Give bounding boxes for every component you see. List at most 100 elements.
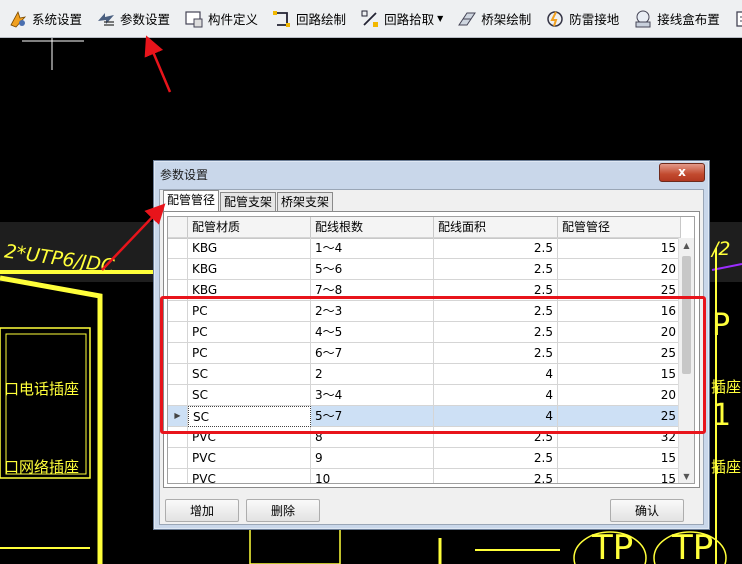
cell-wire-count[interactable]: 3～4: [311, 385, 434, 406]
toolbar-parameter-settings[interactable]: 参数设置: [88, 4, 176, 34]
row-header[interactable]: ▶: [168, 406, 188, 427]
toolbar-loop-pick[interactable]: 回路拾取 ▼: [352, 4, 449, 34]
cell-pipe-diameter[interactable]: 15: [558, 364, 681, 385]
cell-pipe-diameter[interactable]: 20: [558, 259, 681, 280]
table-row[interactable]: PVC 9 2.5 15: [168, 448, 681, 469]
toolbar-component-define[interactable]: 构件定义: [176, 4, 264, 34]
table-row[interactable]: KBG 5～6 2.5 20: [168, 259, 681, 280]
add-button[interactable]: 增加: [165, 499, 239, 522]
cell-pipe-diameter[interactable]: 20: [558, 385, 681, 406]
row-header[interactable]: [168, 427, 188, 448]
table-row[interactable]: SC 3～4 4 20: [168, 385, 681, 406]
cell-wire-area[interactable]: 4: [434, 385, 558, 406]
cell-material[interactable]: PC: [188, 343, 311, 364]
table-row[interactable]: PC 2～3 2.5 16: [168, 301, 681, 322]
tab-pipe-bracket[interactable]: 配管支架: [220, 192, 277, 211]
toolbar-tray-draw[interactable]: 桥架绘制: [449, 4, 537, 34]
column-header-wire-area[interactable]: 配线面积: [434, 217, 558, 238]
cell-wire-area[interactable]: 2.5: [434, 301, 558, 322]
cell-wire-count[interactable]: 8: [311, 427, 434, 448]
row-header[interactable]: [168, 259, 188, 280]
cell-material[interactable]: PVC: [188, 448, 311, 469]
scroll-down-icon[interactable]: ▼: [679, 469, 694, 483]
tab-pipe-diameter[interactable]: 配管管径: [163, 190, 220, 211]
cell-wire-count[interactable]: 5～6: [311, 259, 434, 280]
cell-material[interactable]: PC: [188, 322, 311, 343]
loop-pick-icon: [360, 9, 380, 29]
cell-wire-count[interactable]: 9: [311, 448, 434, 469]
cell-material[interactable]: SC: [188, 364, 311, 385]
row-header[interactable]: [168, 385, 188, 406]
table-row[interactable]: KBG 7～8 2.5 25: [168, 280, 681, 301]
cell-wire-area[interactable]: 2.5: [434, 259, 558, 280]
cell-wire-area[interactable]: 2.5: [434, 427, 558, 448]
cell-material[interactable]: PVC: [188, 427, 311, 448]
row-header[interactable]: [168, 322, 188, 343]
cell-material[interactable]: KBG: [188, 280, 311, 301]
scroll-thumb[interactable]: [682, 256, 691, 374]
cell-wire-area[interactable]: 4: [434, 364, 558, 385]
cell-material[interactable]: PVC: [188, 469, 311, 483]
cell-pipe-diameter[interactable]: 32: [558, 427, 681, 448]
cell-wire-count[interactable]: 10: [311, 469, 434, 483]
cell-pipe-diameter[interactable]: 16: [558, 301, 681, 322]
tab-tray-bracket[interactable]: 桥架支架: [277, 192, 334, 211]
table-row[interactable]: SC 2 4 15: [168, 364, 681, 385]
cell-pipe-diameter[interactable]: 25: [558, 406, 681, 427]
close-button[interactable]: x: [659, 163, 705, 182]
cell-wire-area[interactable]: 4: [434, 406, 558, 427]
cell-material[interactable]: KBG: [188, 259, 311, 280]
cell-wire-area[interactable]: 2.5: [434, 448, 558, 469]
cell-pipe-diameter[interactable]: 15: [558, 448, 681, 469]
toolbar-device[interactable]: 设: [726, 4, 742, 34]
row-header[interactable]: [168, 448, 188, 469]
confirm-button[interactable]: 确认: [610, 499, 684, 522]
table-row[interactable]: ▶ SC 5～7 4 25: [168, 406, 681, 427]
cell-wire-area[interactable]: 2.5: [434, 469, 558, 483]
cell-pipe-diameter[interactable]: 25: [558, 280, 681, 301]
table-row[interactable]: PC 4～5 2.5 20: [168, 322, 681, 343]
cell-wire-count[interactable]: 5～7: [311, 406, 434, 427]
row-header[interactable]: [168, 469, 188, 483]
row-header[interactable]: [168, 364, 188, 385]
cell-material[interactable]: SC: [188, 406, 311, 427]
cell-wire-count[interactable]: 7～8: [311, 280, 434, 301]
cell-wire-count[interactable]: 2: [311, 364, 434, 385]
chevron-down-icon[interactable]: ▼: [437, 14, 443, 23]
cell-wire-area[interactable]: 2.5: [434, 238, 558, 259]
tray-draw-icon: [457, 9, 477, 29]
scroll-up-icon[interactable]: ▲: [679, 238, 694, 253]
cell-wire-count[interactable]: 1～4: [311, 238, 434, 259]
cell-wire-area[interactable]: 2.5: [434, 322, 558, 343]
column-header-wire-count[interactable]: 配线根数: [311, 217, 434, 238]
toolbar-system-settings[interactable]: 系统设置: [0, 4, 88, 34]
toolbar-loop-draw[interactable]: 回路绘制: [264, 4, 352, 34]
toolbar-junction-box[interactable]: 接线盒布置: [625, 4, 726, 34]
cell-pipe-diameter[interactable]: 15: [558, 469, 681, 483]
cell-wire-count[interactable]: 2～3: [311, 301, 434, 322]
vertical-scrollbar[interactable]: ▲ ▼: [678, 238, 694, 483]
cell-material[interactable]: PC: [188, 301, 311, 322]
cell-pipe-diameter[interactable]: 20: [558, 322, 681, 343]
cell-wire-count[interactable]: 4～5: [311, 322, 434, 343]
table-row[interactable]: PVC 8 2.5 32: [168, 427, 681, 448]
parameter-settings-icon: [96, 9, 116, 29]
cell-material[interactable]: SC: [188, 385, 311, 406]
cell-material[interactable]: KBG: [188, 238, 311, 259]
table-row[interactable]: KBG 1～4 2.5 15: [168, 238, 681, 259]
table-row[interactable]: PC 6～7 2.5 25: [168, 343, 681, 364]
column-header-material[interactable]: 配管材质: [188, 217, 311, 238]
cell-wire-count[interactable]: 6～7: [311, 343, 434, 364]
row-header[interactable]: [168, 301, 188, 322]
cell-pipe-diameter[interactable]: 15: [558, 238, 681, 259]
column-header-pipe-diameter[interactable]: 配管管径: [558, 217, 681, 238]
toolbar-lightning-ground[interactable]: 防雷接地: [537, 4, 625, 34]
cell-wire-area[interactable]: 2.5: [434, 343, 558, 364]
table-row[interactable]: PVC 10 2.5 15: [168, 469, 681, 483]
row-header[interactable]: [168, 238, 188, 259]
row-header[interactable]: [168, 343, 188, 364]
delete-button[interactable]: 删除: [246, 499, 320, 522]
cell-wire-area[interactable]: 2.5: [434, 280, 558, 301]
cell-pipe-diameter[interactable]: 25: [558, 343, 681, 364]
row-header[interactable]: [168, 280, 188, 301]
